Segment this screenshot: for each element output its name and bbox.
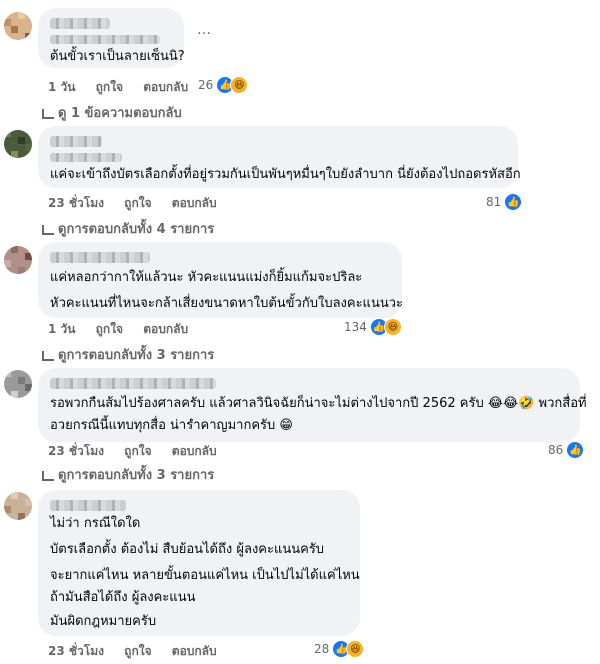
reaction-count: 26 — [198, 78, 214, 92]
reply-button[interactable]: ตอบกลับ — [143, 322, 188, 336]
reaction-count: 86 — [548, 443, 564, 457]
comment-time[interactable]: 23 ชั่วโมง — [48, 644, 104, 658]
author-name[interactable] — [50, 252, 150, 263]
comment-text-line-5: มันผิดกฎหมายครับ — [50, 614, 157, 629]
comment-text-line-2: บัตรเลือกตั้ง ต้องไม่ สืบย้อนได้ถึง ผู้ล… — [50, 542, 325, 557]
reply-button[interactable]: ตอบกลับ — [143, 80, 188, 94]
comment-text-line-2: อวยกรณีนี้แทบทุกสื่อ น่ารำคาญมากครับ 😁 — [50, 418, 293, 433]
comment-text-line-3: จะยากแค่ไหน หลายขั้นตอนแค่ไหน เป็นไปไม่ไ… — [50, 568, 360, 583]
reactions[interactable]: 28 👍 😆 — [314, 640, 365, 658]
like-icon: 👍 — [566, 441, 585, 459]
avatar[interactable] — [4, 246, 32, 274]
comment-actions: 23 ชั่วโมง ถูกใจ ตอบกลับ — [48, 442, 233, 461]
comment-time[interactable]: 23 ชั่วโมง — [48, 196, 104, 210]
comment-text: ต้นขั้วเราเป็นลายเซ็นนิ? — [50, 49, 185, 64]
reply-arrow-icon — [42, 108, 54, 119]
reactions[interactable]: 86 👍 — [548, 441, 585, 459]
comment-text-line-2: หัวคะแนนที่ไหนจะกล้าเสี่ยงขนาดหาใบต้นขั้… — [50, 296, 403, 311]
author-name[interactable] — [50, 136, 102, 147]
comment-text-line-1: ไม่ว่า กรณีใดใด — [50, 516, 141, 531]
reaction-count: 81 — [486, 195, 502, 209]
comment-4: รอพวกกืนส้มไปร้องศาลครับ แล้วศาลวินิจฉัย… — [0, 360, 600, 483]
comment-actions: 1 วัน ถูกใจ ตอบกลับ — [48, 78, 204, 97]
comment-bubble: แค่จะเข้าถึงบัตรเลือกตั้งที่อยู่รวมกันเป… — [38, 126, 521, 188]
comment-time[interactable]: 23 ชั่วโมง — [48, 444, 104, 458]
comment-1: ต้นขั้วเราเป็นลายเซ็นนิ? … 1 วัน ถูกใจ ต… — [0, 0, 600, 121]
avatar[interactable] — [4, 492, 32, 520]
reaction-count: 134 — [344, 320, 367, 334]
comment-time[interactable]: 1 วัน — [48, 80, 75, 94]
author-subtitle — [50, 35, 160, 44]
comment-text-line-4: ถ้ามันสือได้ถึง ผู้ลงคะแนน — [50, 590, 196, 605]
like-button[interactable]: ถูกใจ — [124, 196, 151, 210]
comment-actions: 23 ชั่วโมง ถูกใจ ตอบกลับ — [48, 642, 233, 661]
comment-text: แค่จะเข้าถึงบัตรเลือกตั้งที่อยู่รวมกันเป… — [50, 167, 521, 182]
comment-text-line-1: แค่หลอกว่ากาให้แล้วนะ หัวคะแนนแม่งก็ยิ้ม… — [50, 270, 363, 285]
reactions[interactable]: 134 👍 😆 — [344, 318, 402, 336]
comment-bubble: ไม่ว่า กรณีใดใด บัตรเลือกตั้ง ต้องไม่ สื… — [38, 490, 360, 636]
author-name[interactable] — [50, 500, 126, 511]
avatar[interactable] — [4, 370, 32, 398]
comment-2: แค่จะเข้าถึงบัตรเลือกตั้งที่อยู่รวมกันเป… — [0, 120, 600, 240]
like-button[interactable]: ถูกใจ — [96, 322, 123, 336]
reactions[interactable]: 81 👍 — [486, 193, 523, 211]
comment-5: ไม่ว่า กรณีใดใด บัตรเลือกตั้ง ต้องไม่ สื… — [0, 482, 600, 664]
reply-button[interactable]: ตอบกลับ — [172, 196, 217, 210]
comment-text-line-1: รอพวกกืนส้มไปร้องศาลครับ แล้วศาลวินิจฉัย… — [50, 396, 587, 411]
author-subtitle — [50, 153, 122, 162]
more-options-icon[interactable]: … — [197, 22, 212, 38]
comment-3: แค่หลอกว่ากาให้แล้วนะ หัวคะแนนแม่งก็ยิ้ม… — [0, 240, 600, 363]
comment-actions: 23 ชั่วโมง ถูกใจ ตอบกลับ — [48, 194, 233, 213]
reactions[interactable]: 26 👍 😆 — [198, 76, 249, 94]
comment-time[interactable]: 1 วัน — [48, 322, 75, 336]
haha-icon: 😆 — [346, 640, 365, 658]
view-replies-link[interactable]: ดูการตอบกลับทั้ง 4 รายการ — [42, 218, 214, 239]
author-name[interactable] — [50, 18, 110, 29]
reply-arrow-icon — [42, 224, 54, 235]
avatar[interactable] — [4, 130, 32, 158]
comment-bubble: รอพวกกืนส้มไปร้องศาลครับ แล้วศาลวินิจฉัย… — [38, 368, 587, 442]
reply-button[interactable]: ตอบกลับ — [172, 444, 217, 458]
reply-button[interactable]: ตอบกลับ — [172, 644, 217, 658]
reply-arrow-icon — [42, 350, 54, 361]
reply-arrow-icon — [42, 470, 54, 481]
comment-bubble: ต้นขั้วเราเป็นลายเซ็นนิ? — [38, 8, 185, 68]
like-button[interactable]: ถูกใจ — [124, 444, 151, 458]
comment-bubble: แค่หลอกว่ากาให้แล้วนะ หัวคะแนนแม่งก็ยิ้ม… — [38, 242, 403, 318]
author-name[interactable] — [50, 378, 216, 389]
haha-icon: 😆 — [383, 318, 402, 336]
reaction-count: 28 — [314, 642, 330, 656]
like-button[interactable]: ถูกใจ — [96, 80, 123, 94]
avatar[interactable] — [4, 12, 32, 40]
comment-actions: 1 วัน ถูกใจ ตอบกลับ — [48, 320, 204, 339]
haha-icon: 😆 — [230, 76, 249, 94]
like-button[interactable]: ถูกใจ — [124, 644, 151, 658]
like-icon: 👍 — [504, 193, 523, 211]
